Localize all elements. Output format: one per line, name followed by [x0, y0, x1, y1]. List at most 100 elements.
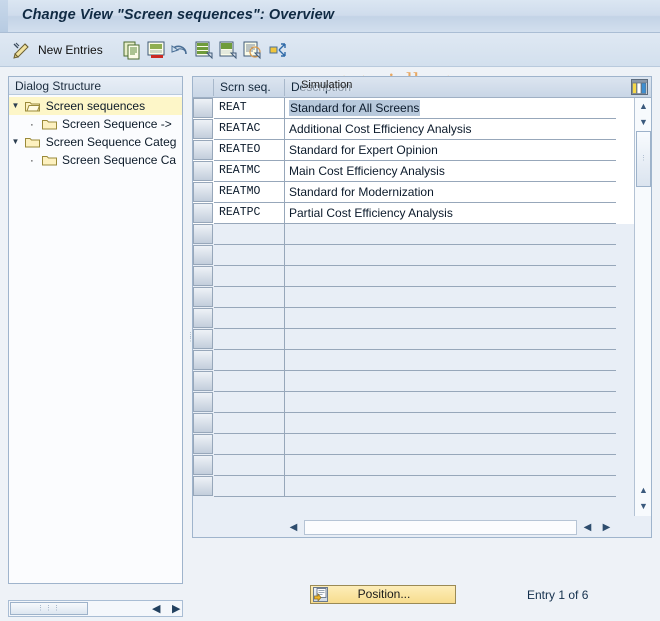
row-selector[interactable] — [193, 140, 213, 160]
table-row[interactable] — [193, 371, 651, 392]
cell-description[interactable] — [286, 434, 616, 454]
cell-description[interactable]: Partial Cost Efficiency Analysis — [286, 203, 616, 223]
cell-scrn-seq[interactable]: REATMC — [215, 161, 283, 181]
table-row[interactable] — [193, 392, 651, 413]
cell-scrn-seq[interactable] — [215, 245, 283, 265]
delete-row-icon[interactable] — [146, 40, 166, 60]
deselect-all-icon[interactable] — [218, 40, 238, 60]
cell-description[interactable] — [286, 329, 616, 349]
position-button[interactable]: Position... — [310, 585, 456, 604]
row-selector[interactable] — [193, 476, 213, 496]
cell-description[interactable] — [286, 371, 616, 391]
table-row[interactable] — [193, 329, 651, 350]
cell-description[interactable] — [286, 224, 616, 244]
expand-toggle-icon[interactable]: ▼ — [9, 97, 22, 115]
row-selector[interactable] — [193, 308, 213, 328]
table-row[interactable] — [193, 434, 651, 455]
table-row[interactable] — [193, 476, 651, 497]
table-row[interactable]: REATMO Standard for Modernization — [193, 182, 651, 203]
row-selector[interactable] — [193, 203, 213, 223]
sidebar-item-screen-sequence-categories[interactable]: ▼ Screen Sequence Categ — [9, 133, 182, 151]
row-selector[interactable] — [193, 350, 213, 370]
cell-scrn-seq[interactable]: REAT — [215, 98, 283, 118]
row-selector[interactable] — [193, 245, 213, 265]
cell-scrn-seq[interactable]: REATEO — [215, 140, 283, 160]
sidebar-item-screen-sequences[interactable]: ▼ Screen sequences — [9, 97, 182, 115]
vscrollbar-thumb[interactable]: ⋮ — [636, 131, 651, 187]
table-vertical-scrollbar[interactable]: ▲ ▼ ⋮ ▲ ▼ — [634, 98, 651, 516]
table-row[interactable] — [193, 287, 651, 308]
cell-scrn-seq[interactable] — [215, 350, 283, 370]
panel-splitter[interactable]: ⋮ ⋮ — [185, 76, 194, 584]
hscrollbar-thumb[interactable]: ⋮⋮⋮ — [10, 602, 88, 615]
table-row[interactable] — [193, 413, 651, 434]
scroll-left-arrow-icon[interactable]: ◀ — [152, 602, 160, 615]
row-selector[interactable] — [193, 371, 213, 391]
table-row[interactable] — [193, 224, 651, 245]
hscroll-left-arrow-icon[interactable]: ◀ — [286, 520, 301, 535]
row-selector[interactable] — [193, 329, 213, 349]
dialog-structure-nav-arrows[interactable]: ◀ ▶ — [152, 602, 192, 616]
row-selector[interactable] — [193, 413, 213, 433]
table-row[interactable] — [193, 245, 651, 266]
simulation-button-label[interactable]: Simulation — [301, 79, 353, 91]
table-row[interactable] — [193, 308, 651, 329]
scroll-right-arrow-icon[interactable]: ▶ — [172, 602, 180, 615]
cell-scrn-seq[interactable] — [215, 308, 283, 328]
row-selector[interactable] — [193, 287, 213, 307]
row-selector[interactable] — [193, 434, 213, 454]
row-selector[interactable] — [193, 119, 213, 139]
cell-scrn-seq[interactable]: REATAC — [215, 119, 283, 139]
simulation-icon[interactable] — [268, 40, 288, 60]
cell-description[interactable] — [286, 308, 616, 328]
cell-scrn-seq[interactable] — [215, 434, 283, 454]
cell-description[interactable]: Additional Cost Efficiency Analysis — [286, 119, 616, 139]
cell-description[interactable]: Standard for Expert Opinion — [286, 140, 616, 160]
new-entries-button[interactable]: New Entries — [38, 43, 103, 57]
copy-icon[interactable] — [122, 40, 142, 60]
cell-scrn-seq[interactable] — [215, 413, 283, 433]
cell-description[interactable]: Standard for All Screens — [286, 98, 616, 118]
table-row[interactable]: REATMC Main Cost Efficiency Analysis — [193, 161, 651, 182]
row-selector[interactable] — [193, 98, 213, 118]
check-pencil-icon[interactable] — [12, 40, 32, 60]
table-row[interactable] — [193, 266, 651, 287]
cell-scrn-seq[interactable]: REATMO — [215, 182, 283, 202]
cell-scrn-seq[interactable] — [215, 287, 283, 307]
cell-scrn-seq[interactable] — [215, 392, 283, 412]
cell-scrn-seq[interactable]: REATPC — [215, 203, 283, 223]
row-selector[interactable] — [193, 161, 213, 181]
table-row[interactable] — [193, 350, 651, 371]
row-selector[interactable] — [193, 392, 213, 412]
table-horizontal-scrollbar[interactable]: ◀ ▶ ◀ ▶ — [286, 520, 616, 536]
cell-description[interactable] — [286, 350, 616, 370]
scroll-page-up-arrow-icon[interactable]: ▲ — [636, 483, 651, 498]
sidebar-item-screen-sequence-category-child[interactable]: · Screen Sequence Ca — [9, 151, 182, 169]
table-row[interactable]: REAT Standard for All Screens — [193, 98, 651, 119]
table-row[interactable] — [193, 455, 651, 476]
hscroll-page-right-arrow-icon[interactable]: ▶ — [599, 520, 614, 535]
cell-description[interactable] — [286, 245, 616, 265]
cell-description[interactable] — [286, 413, 616, 433]
cell-scrn-seq[interactable] — [215, 329, 283, 349]
table-row[interactable]: REATEO Standard for Expert Opinion — [193, 140, 651, 161]
scroll-page-down-arrow-icon[interactable]: ▼ — [636, 499, 651, 514]
sidebar-item-screen-sequence-arrow[interactable]: · Screen Sequence -> — [9, 115, 182, 133]
cell-scrn-seq[interactable] — [215, 455, 283, 475]
hscrollbar-track[interactable] — [304, 520, 577, 535]
row-selector[interactable] — [193, 455, 213, 475]
undo-icon[interactable] — [170, 40, 190, 60]
scroll-down-arrow-icon[interactable]: ▼ — [636, 115, 651, 130]
table-row[interactable]: REATPC Partial Cost Efficiency Analysis — [193, 203, 651, 224]
row-selector[interactable] — [193, 224, 213, 244]
row-selector[interactable] — [193, 266, 213, 286]
cell-description[interactable] — [286, 266, 616, 286]
cell-description[interactable] — [286, 287, 616, 307]
cell-description[interactable] — [286, 392, 616, 412]
expand-toggle-icon[interactable]: ▼ — [9, 133, 22, 151]
select-all-icon[interactable] — [194, 40, 214, 60]
table-row[interactable]: REATAC Additional Cost Efficiency Analysi… — [193, 119, 651, 140]
cell-description[interactable]: Standard for Modernization — [286, 182, 616, 202]
scroll-up-arrow-icon[interactable]: ▲ — [636, 99, 651, 114]
hscroll-page-left-arrow-icon[interactable]: ◀ — [580, 520, 595, 535]
